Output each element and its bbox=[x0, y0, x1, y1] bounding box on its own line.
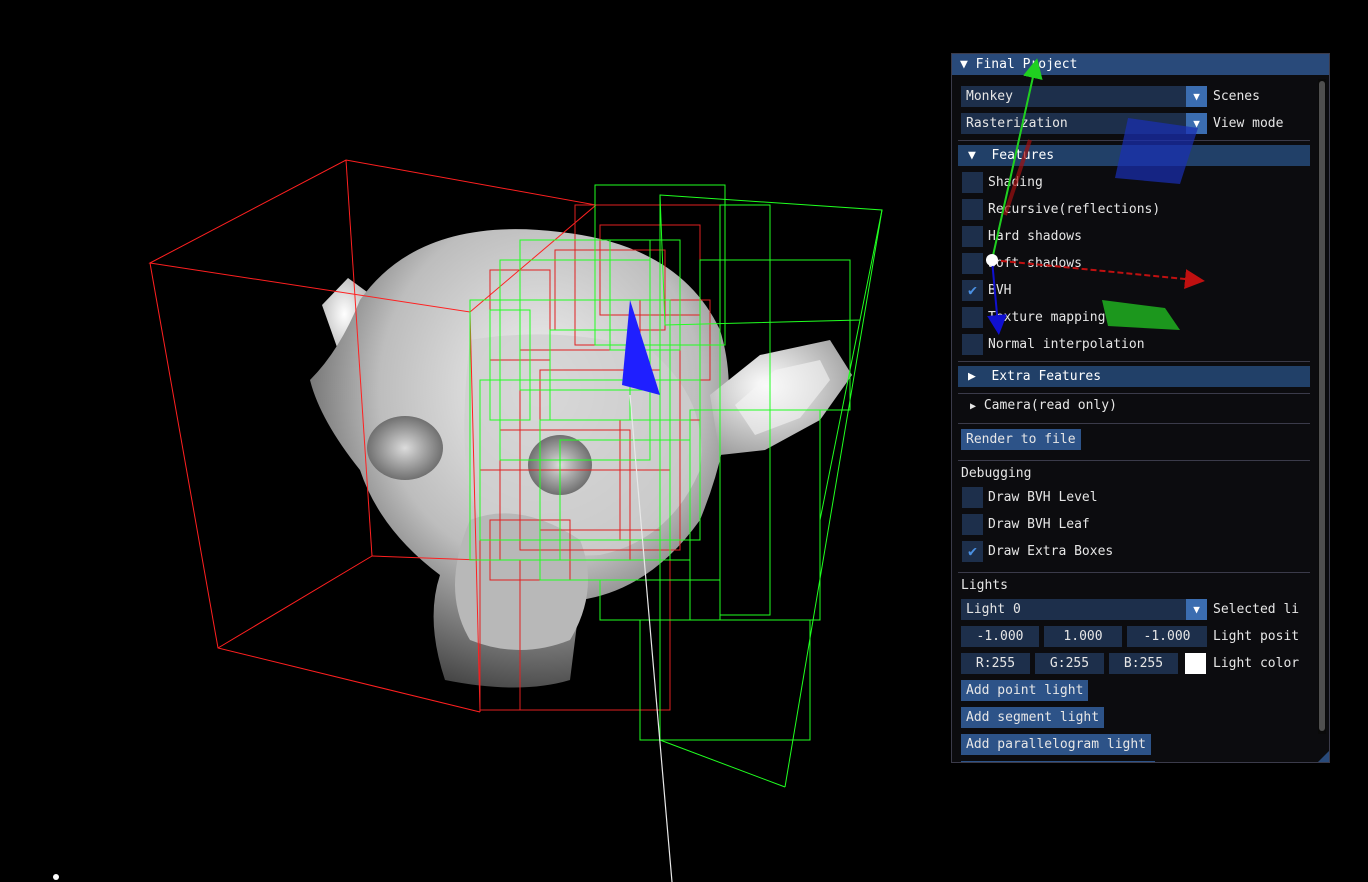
panel-scrollbar[interactable] bbox=[1318, 79, 1326, 734]
chevron-down-icon[interactable]: ▼ bbox=[1186, 86, 1207, 107]
final-project-panel[interactable]: ▼ Final Project Monkey ▼ Scenes Rasteriz… bbox=[951, 53, 1330, 763]
triangle-right-icon: ▶ bbox=[968, 369, 976, 384]
separator bbox=[958, 460, 1310, 461]
feature-checkbox-recursive[interactable] bbox=[962, 199, 983, 220]
chevron-down-icon[interactable]: ▼ bbox=[1186, 113, 1207, 134]
monkey-muzzle bbox=[455, 513, 588, 650]
feature-label: Texture mapping bbox=[988, 310, 1106, 325]
camera-tree-label: Camera(read only) bbox=[983, 398, 1117, 413]
selected-light-label: Selected li bbox=[1213, 602, 1300, 617]
light-position-x[interactable]: -1.000 bbox=[961, 626, 1039, 647]
feature-label: Recursive(reflections) bbox=[988, 202, 1161, 217]
feature-checkbox-texture-mapping[interactable] bbox=[962, 307, 983, 328]
light-color-g[interactable]: G:255 bbox=[1035, 653, 1104, 674]
debug-checkbox-bvh-leaf[interactable] bbox=[962, 514, 983, 535]
light-position-z[interactable]: -1.000 bbox=[1127, 626, 1207, 647]
resize-grip-icon[interactable] bbox=[1318, 751, 1329, 762]
features-header[interactable]: ▼ Features bbox=[958, 145, 1310, 166]
feature-checkbox-bvh[interactable]: ✔ bbox=[962, 280, 983, 301]
feature-label: Shading bbox=[988, 175, 1043, 190]
light-color-label: Light color bbox=[1213, 656, 1300, 671]
light-color-b[interactable]: B:255 bbox=[1109, 653, 1178, 674]
partially-visible-button[interactable] bbox=[961, 761, 1155, 762]
scene-combo-value: Monkey bbox=[966, 89, 1013, 104]
feature-checkbox-shading[interactable] bbox=[962, 172, 983, 193]
debugging-title: Debugging bbox=[961, 466, 1032, 481]
light-color-swatch[interactable] bbox=[1185, 653, 1206, 674]
separator bbox=[958, 393, 1310, 394]
triangle-down-icon[interactable]: ▼ bbox=[960, 57, 968, 72]
panel-title: Final Project bbox=[975, 57, 1078, 72]
viewmode-combo[interactable]: Rasterization ▼ bbox=[961, 113, 1207, 134]
render-to-file-button[interactable]: Render to file bbox=[961, 429, 1081, 450]
separator bbox=[958, 572, 1310, 573]
checkmark-icon: ✔ bbox=[967, 542, 978, 560]
monkey-mesh bbox=[310, 229, 852, 688]
lights-title: Lights bbox=[961, 578, 1008, 593]
selected-light-value: Light 0 bbox=[966, 602, 1021, 617]
feature-checkbox-hard-shadows[interactable] bbox=[962, 226, 983, 247]
debug-checkbox-bvh-level[interactable] bbox=[962, 487, 983, 508]
viewmode-combo-label: View mode bbox=[1213, 116, 1284, 131]
features-header-label: Features bbox=[991, 148, 1055, 163]
feature-checkbox-normal-interpolation[interactable] bbox=[962, 334, 983, 355]
separator bbox=[958, 140, 1310, 141]
selected-light-combo[interactable]: Light 0 ▼ bbox=[961, 599, 1207, 620]
light-point-marker bbox=[53, 874, 59, 880]
add-segment-light-button[interactable]: Add segment light bbox=[961, 707, 1105, 728]
extra-features-header[interactable]: ▶ Extra Features bbox=[958, 366, 1310, 387]
monkey-left-eye bbox=[367, 416, 443, 480]
scene-combo[interactable]: Monkey ▼ bbox=[961, 86, 1207, 107]
feature-label: Hard shadows bbox=[988, 229, 1082, 244]
separator bbox=[958, 423, 1310, 424]
feature-label: Normal interpolation bbox=[988, 337, 1145, 352]
scene-combo-label: Scenes bbox=[1213, 89, 1260, 104]
checkmark-icon: ✔ bbox=[967, 281, 978, 299]
extra-features-header-label: Extra Features bbox=[991, 369, 1102, 384]
camera-tree-node[interactable]: ▶ Camera(read only) bbox=[970, 395, 1117, 416]
debug-label: Draw BVH Leaf bbox=[988, 517, 1090, 532]
triangle-down-icon: ▼ bbox=[968, 148, 976, 163]
scrollbar-thumb[interactable] bbox=[1319, 81, 1325, 731]
light-position-label: Light posit bbox=[1213, 629, 1300, 644]
debug-label: Draw BVH Level bbox=[988, 490, 1098, 505]
panel-titlebar[interactable]: ▼ Final Project bbox=[952, 54, 1329, 75]
feature-label: BVH bbox=[988, 283, 1012, 298]
light-position-y[interactable]: 1.000 bbox=[1044, 626, 1122, 647]
debug-label: Draw Extra Boxes bbox=[988, 544, 1114, 559]
debug-checkbox-extra-boxes[interactable]: ✔ bbox=[962, 541, 983, 562]
viewmode-combo-value: Rasterization bbox=[966, 116, 1068, 131]
feature-checkbox-soft-shadows[interactable] bbox=[962, 253, 983, 274]
chevron-down-icon[interactable]: ▼ bbox=[1186, 599, 1207, 620]
feature-label: Soft shadows bbox=[988, 256, 1082, 271]
add-parallelogram-light-button[interactable]: Add parallelogram light bbox=[961, 734, 1152, 755]
triangle-right-icon: ▶ bbox=[970, 401, 977, 412]
separator bbox=[958, 361, 1310, 362]
add-point-light-button[interactable]: Add point light bbox=[961, 680, 1089, 701]
light-color-r[interactable]: R:255 bbox=[961, 653, 1030, 674]
